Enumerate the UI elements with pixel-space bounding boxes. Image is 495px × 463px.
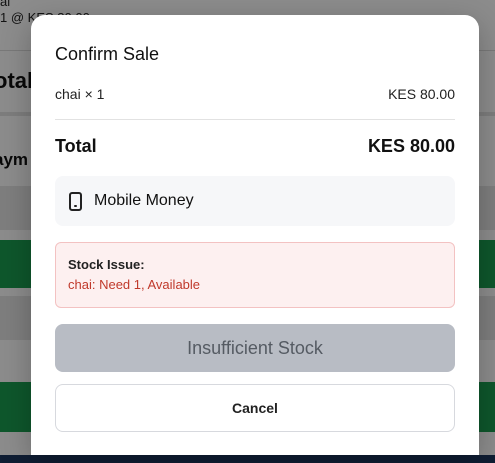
total-row: Total KES 80.00 (55, 136, 455, 157)
cancel-button[interactable]: Cancel (55, 384, 455, 432)
item-name: chai × 1 (55, 86, 105, 102)
total-value: KES 80.00 (367, 136, 455, 156)
stock-issue-title: Stock Issue: (68, 257, 145, 272)
payment-method: Mobile Money (55, 176, 455, 226)
bg-bottom-bar (0, 455, 495, 463)
payment-method-label: Mobile Money (94, 192, 194, 209)
dialog-title: Confirm Sale (55, 44, 160, 64)
mobile-phone-icon (69, 191, 82, 211)
insufficient-stock-button[interactable]: Insufficient Stock (55, 324, 455, 372)
stock-issue-message: chai: Need 1, Available (68, 277, 201, 292)
item-price: KES 80.00 (388, 86, 455, 102)
stock-issue-alert: Stock Issue: chai: Need 1, Available (55, 242, 455, 308)
line-item: chai × 1 KES 80.00 (55, 86, 455, 102)
total-label: Total (55, 136, 97, 156)
divider (55, 119, 455, 120)
confirm-sale-dialog: Confirm Sale chai × 1 KES 80.00 Total KE… (31, 15, 479, 455)
